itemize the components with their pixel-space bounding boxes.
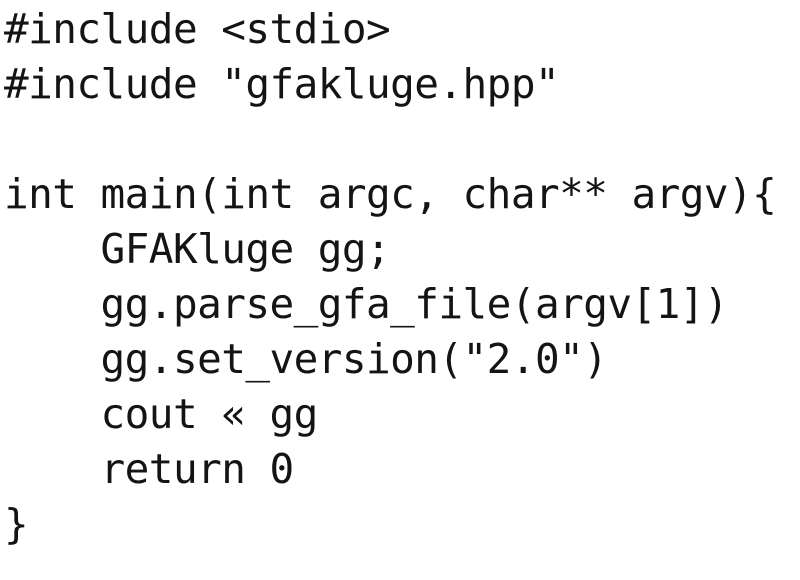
code-line: int main(int argc, char** argv){ — [4, 170, 777, 218]
code-line: gg.set_version("2.0") — [4, 335, 608, 383]
code-line: gg.parse_gfa_file(argv[1]) — [4, 280, 729, 328]
code-content: #include <stdio> #include "gfakluge.hpp" i… — [4, 2, 800, 552]
code-line: #include <stdio> — [4, 5, 391, 53]
code-line: cout « gg — [4, 390, 319, 438]
code-line: #include "gfakluge.hpp" — [4, 60, 560, 108]
code-line: GFAKluge gg; — [4, 225, 391, 273]
code-block: #include <stdio> #include "gfakluge.hpp" i… — [4, 2, 800, 552]
code-line: return 0 — [4, 445, 295, 493]
code-line: } — [4, 500, 29, 548]
code-listing: #include <stdio> #include "gfakluge.hpp" i… — [0, 0, 800, 580]
